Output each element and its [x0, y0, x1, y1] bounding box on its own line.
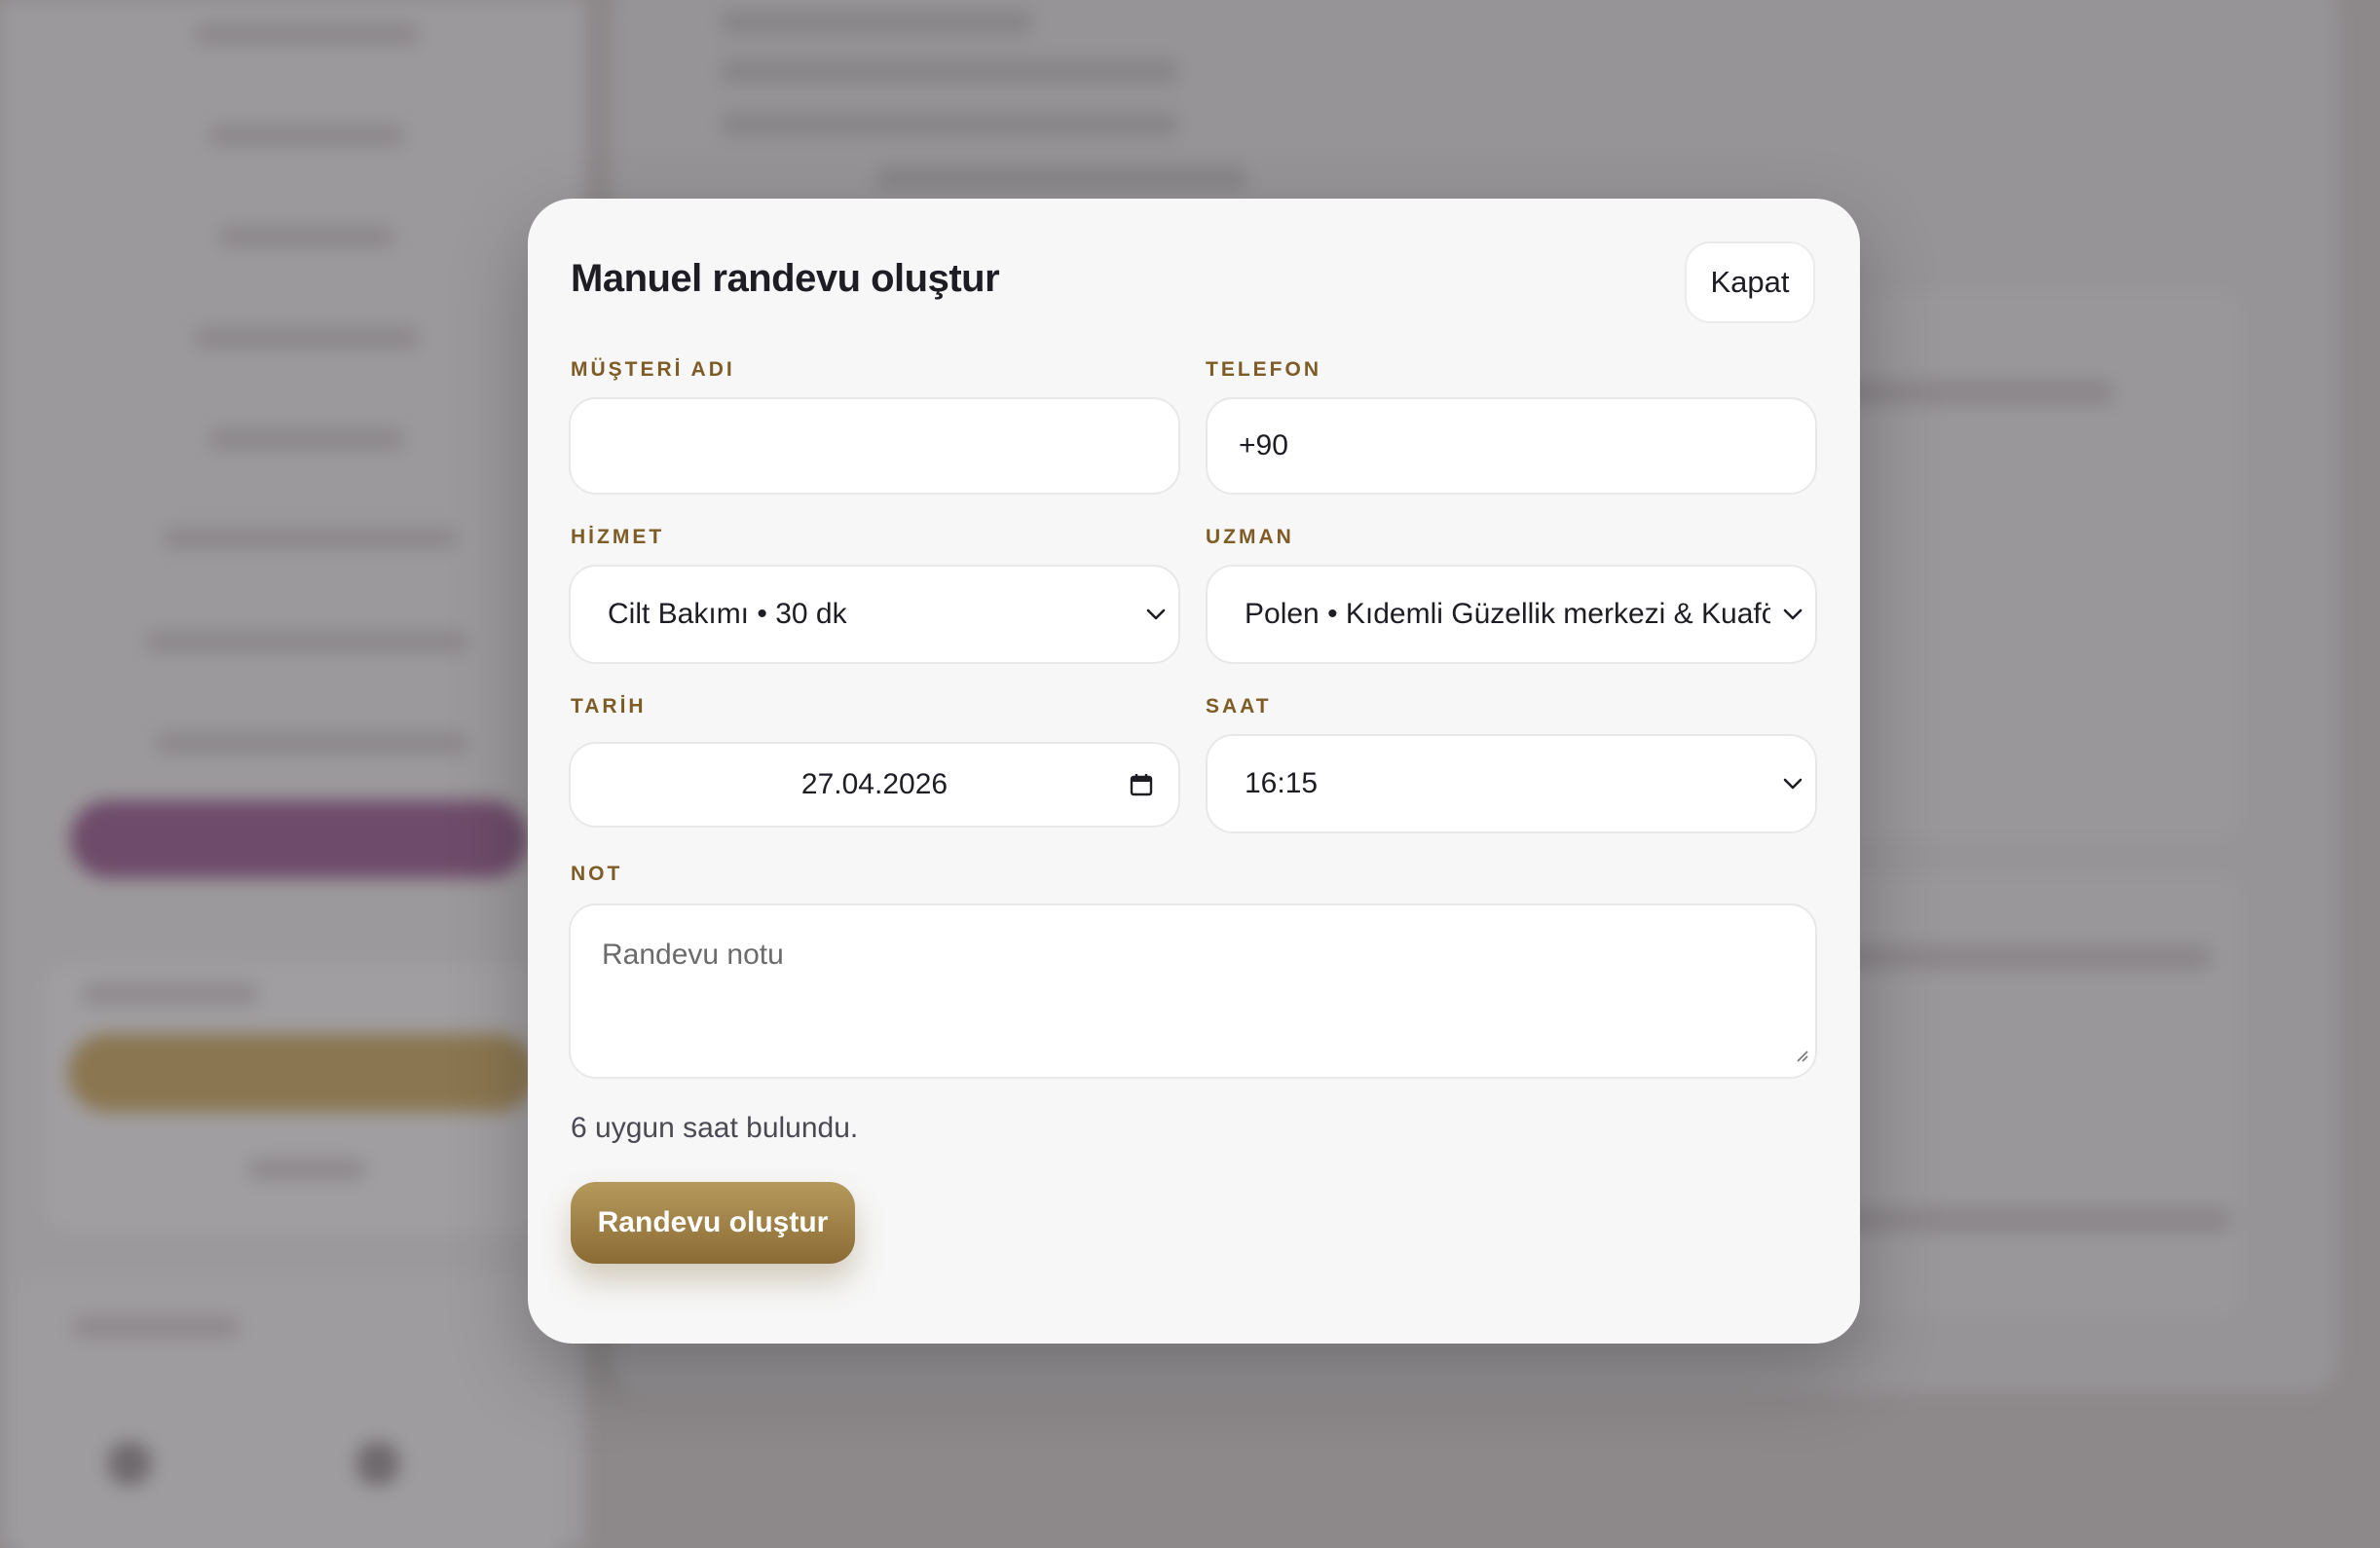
background-avatar: [107, 1441, 152, 1486]
calendar-icon[interactable]: [1104, 772, 1178, 797]
background-sidebar-item: [156, 732, 467, 754]
background-sidebar-item: [195, 327, 419, 349]
background-sidebar-item: [209, 428, 404, 450]
background-card-link: [248, 1159, 365, 1180]
specialist-select[interactable]: Polen • Kıdemli Güzellik merkezi & Kuafö…: [1206, 565, 1817, 664]
background-avatar: [355, 1441, 400, 1486]
background-card: [15, 1275, 560, 1548]
available-slots-text: 6 uygun saat bulundu.: [571, 1112, 859, 1144]
background-sidebar-item: [219, 226, 394, 247]
time-select[interactable]: 16:15: [1206, 734, 1817, 833]
chevron-down-icon: [1134, 608, 1178, 621]
service-label: HİZMET: [571, 526, 665, 548]
modal-title: Manuel randevu oluştur: [571, 257, 1000, 300]
phone-input[interactable]: +90: [1206, 397, 1817, 495]
background-card-title: [73, 1316, 239, 1338]
time-label: SAAT: [1206, 695, 1272, 718]
specialist-label: UZMAN: [1206, 526, 1294, 548]
background-text-line: [876, 166, 1246, 191]
close-button[interactable]: Kapat: [1685, 241, 1815, 323]
specialist-value: Polen • Kıdemli Güzellik merkezi & Kuafö…: [1245, 598, 1770, 630]
background-sidebar-item: [195, 23, 419, 45]
background-card: [44, 964, 550, 1232]
date-value: 27.04.2026: [800, 768, 948, 800]
background-card-title: [83, 983, 258, 1005]
note-placeholder: Randevu notu: [602, 939, 784, 971]
date-input[interactable]: 27.04.2026: [569, 742, 1180, 828]
customer-name-label: MÜŞTERİ ADI: [571, 358, 735, 381]
chevron-down-icon: [1770, 777, 1815, 791]
background-sidebar-item: [209, 125, 404, 146]
create-appointment-modal: Manuel randevu oluştur Kapat MÜŞTERİ ADI…: [528, 199, 1860, 1344]
background-sidebar-item: [146, 631, 467, 652]
note-textarea[interactable]: Randevu notu: [569, 903, 1817, 1079]
background-text-line: [1821, 380, 2113, 405]
background-text-line: [721, 58, 1178, 84]
time-value: 16:15: [1245, 767, 1319, 799]
phone-label: TELEFON: [1206, 358, 1321, 381]
background-sidebar-item: [164, 528, 456, 549]
background-card-button: [68, 1034, 536, 1112]
service-select[interactable]: Cilt Bakımı • 30 dk: [569, 565, 1180, 664]
background-sidebar: [0, 0, 584, 1548]
create-appointment-button[interactable]: Randevu oluştur: [571, 1182, 855, 1264]
chevron-down-icon: [1770, 608, 1815, 621]
date-label: TARİH: [571, 695, 647, 718]
background-text-line: [721, 10, 1032, 35]
background-active-pill: [70, 800, 528, 878]
phone-value: +90: [1239, 429, 1288, 461]
background-text-line: [1821, 1207, 2230, 1233]
background-text-line: [721, 112, 1178, 137]
service-value: Cilt Bakımı • 30 dk: [608, 598, 847, 630]
customer-name-input[interactable]: [569, 397, 1180, 495]
resize-handle-icon[interactable]: [1794, 1038, 1809, 1071]
note-label: NOT: [571, 863, 623, 885]
background-text-line: [1821, 944, 2211, 970]
